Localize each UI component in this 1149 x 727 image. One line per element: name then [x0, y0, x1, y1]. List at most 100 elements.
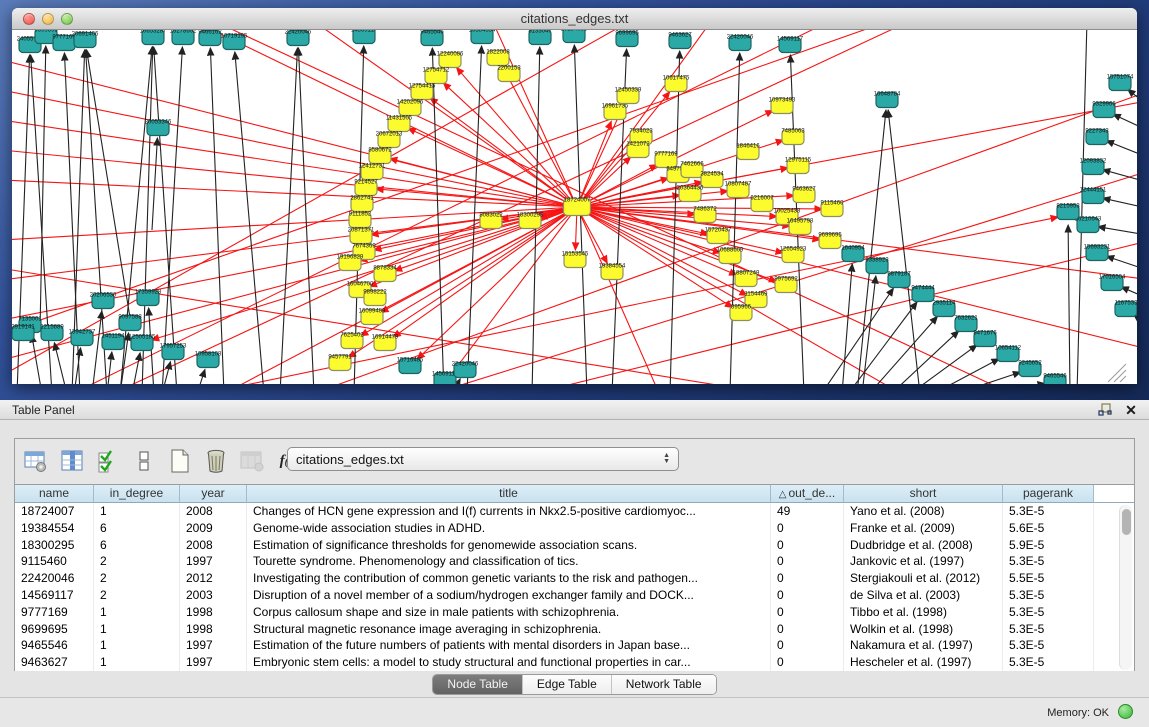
graph-node[interactable]: 1640954: [841, 246, 865, 262]
tab-edge-table[interactable]: Edge Table: [523, 675, 612, 694]
graph-node[interactable]: 9474444: [911, 286, 935, 302]
citation-edge-black[interactable]: [1121, 287, 1137, 298]
citation-edge-black[interactable]: [1106, 256, 1137, 270]
network-window[interactable]: citations_edges.txt 24055724969969597771…: [12, 8, 1137, 384]
citation-edge-red[interactable]: [577, 121, 611, 207]
column-header-out_de[interactable]: △out_de...: [771, 485, 844, 503]
citation-edge-red[interactable]: [72, 30, 832, 384]
graph-node[interactable]: 18807249: [733, 271, 760, 287]
graph-node[interactable]: 10617475: [663, 76, 690, 92]
tab-node-table[interactable]: Node Table: [433, 675, 523, 694]
graph-node[interactable]: 9466162: [198, 30, 222, 46]
graph-node[interactable]: 8215953: [1056, 204, 1080, 220]
citation-network-graph[interactable]: 2405572496996959777169206914061065328715…: [12, 30, 1137, 384]
graph-node[interactable]: 16495798: [787, 219, 814, 235]
graph-node[interactable]: 20691406: [72, 32, 99, 48]
column-header-title[interactable]: title: [247, 485, 771, 503]
citation-edge-red[interactable]: [443, 83, 577, 207]
column-header-in_degree[interactable]: in_degree: [94, 485, 180, 503]
graph-node[interactable]: 9898222: [363, 290, 387, 306]
graph-node[interactable]: 9463627: [792, 187, 816, 203]
graph-node[interactable]: 20672013: [376, 132, 403, 148]
graph-node[interactable]: 20206536: [90, 293, 117, 309]
citation-edge-red[interactable]: [212, 207, 577, 384]
graph-node[interactable]: 17957253: [160, 344, 187, 360]
graph-node[interactable]: 14202096: [397, 100, 424, 116]
graph-node[interactable]: 10973493: [769, 98, 796, 114]
graph-node[interactable]: 10654112: [995, 346, 1022, 362]
citation-edge-red[interactable]: [417, 207, 577, 359]
graph-node[interactable]: 12412731: [359, 164, 386, 180]
graph-node[interactable]: 8580672: [368, 148, 392, 164]
new-table-icon[interactable]: [165, 446, 195, 476]
citation-edge-black[interactable]: [107, 352, 112, 384]
graph-node[interactable]: 8133047: [528, 30, 552, 45]
graph-node[interactable]: 15278602: [170, 30, 197, 45]
graph-node[interactable]: 7485063: [781, 129, 805, 145]
graph-node[interactable]: 19196829: [337, 255, 364, 271]
network-window-titlebar[interactable]: citations_edges.txt: [12, 8, 1137, 30]
graph-node[interactable]: 9245652: [1018, 361, 1042, 377]
resize-grip-icon[interactable]: [1114, 370, 1126, 382]
graph-node[interactable]: 9214527: [354, 180, 378, 196]
table-row[interactable]: 946554611997Estimation of the future num…: [15, 637, 1134, 654]
graph-node[interactable]: 13942737: [69, 330, 96, 346]
table-row[interactable]: 969969511998Structural magnetic resonanc…: [15, 621, 1134, 638]
graph-node[interactable]: 16961735: [602, 104, 629, 120]
graph-node[interactable]: 9465546: [420, 30, 444, 46]
table-row[interactable]: 977716911998Corpus callosum shape and si…: [15, 604, 1134, 621]
graph-node[interactable]: 9097588: [118, 315, 142, 331]
citation-edge-black[interactable]: [842, 264, 852, 384]
graph-node[interactable]: 1846416: [736, 144, 760, 160]
graph-node[interactable]: 22420046: [727, 35, 754, 51]
citation-edge-red[interactable]: [12, 180, 577, 207]
graph-node[interactable]: 10653287: [140, 30, 167, 45]
graph-node[interactable]: 15720437: [705, 228, 732, 244]
graph-node[interactable]: 16914479: [372, 335, 399, 351]
column-header-name[interactable]: name: [15, 485, 94, 503]
table-row[interactable]: 1830029562008Estimation of significance …: [15, 537, 1134, 554]
table-scrollbar[interactable]: [1119, 505, 1132, 670]
graph-node[interactable]: 9975692: [774, 277, 798, 293]
graph-node[interactable]: 12444151: [1080, 188, 1107, 204]
graph-node[interactable]: 3824534: [700, 172, 724, 188]
graph-node[interactable]: 12975115: [785, 158, 812, 174]
modify-table-icon[interactable]: [21, 446, 51, 476]
graph-node[interactable]: 3919141: [12, 325, 35, 341]
table-row[interactable]: 946362711997Embryonic stem cells: a mode…: [15, 654, 1134, 671]
graph-node[interactable]: 7486372: [693, 207, 717, 223]
graph-node[interactable]: 15693231: [1084, 245, 1111, 261]
graph-node[interactable]: 7625402: [340, 333, 364, 349]
citation-edge-red[interactable]: [12, 150, 577, 207]
citation-edge-red[interactable]: [430, 98, 577, 207]
graph-node[interactable]: 15153545: [562, 252, 589, 268]
citation-edge-red[interactable]: [577, 105, 624, 207]
graph-node[interactable]: 9329966: [1092, 102, 1116, 118]
graph-node[interactable]: 18724007: [564, 198, 592, 216]
citation-edge-black[interactable]: [32, 335, 42, 384]
graph-node[interactable]: 10719195: [221, 34, 248, 50]
citation-edge-black[interactable]: [848, 302, 917, 384]
graph-node[interactable]: 6879187: [887, 272, 911, 288]
citation-edge-black[interactable]: [152, 138, 157, 230]
graph-node[interactable]: 22420046: [452, 362, 479, 378]
graph-node[interactable]: 9777169: [654, 152, 678, 168]
select-all-icon[interactable]: [93, 446, 123, 476]
minimize-window-button[interactable]: [42, 13, 54, 25]
graph-node[interactable]: 8083022: [479, 213, 503, 229]
citation-edge-black[interactable]: [197, 370, 205, 384]
graph-node[interactable]: 12754712: [423, 68, 450, 84]
graph-node[interactable]: 9227343: [1085, 129, 1109, 145]
graph-node[interactable]: 9115460: [821, 201, 845, 217]
graph-node[interactable]: 22420046: [285, 30, 312, 46]
graph-node[interactable]: 9699695: [818, 233, 842, 249]
graph-node[interactable]: 1822008: [486, 50, 510, 66]
graph-node[interactable]: 7632621: [954, 316, 978, 332]
graph-node[interactable]: 16099489: [359, 309, 386, 325]
memory-status-indicator[interactable]: [1118, 704, 1133, 719]
graph-node[interactable]: 19384554: [469, 30, 496, 44]
graph-node[interactable]: 12093832: [1080, 159, 1107, 175]
graph-node[interactable]: 2935114: [933, 301, 957, 317]
graph-node[interactable]: 2862741: [350, 196, 374, 212]
citation-edge-black[interactable]: [54, 343, 67, 384]
